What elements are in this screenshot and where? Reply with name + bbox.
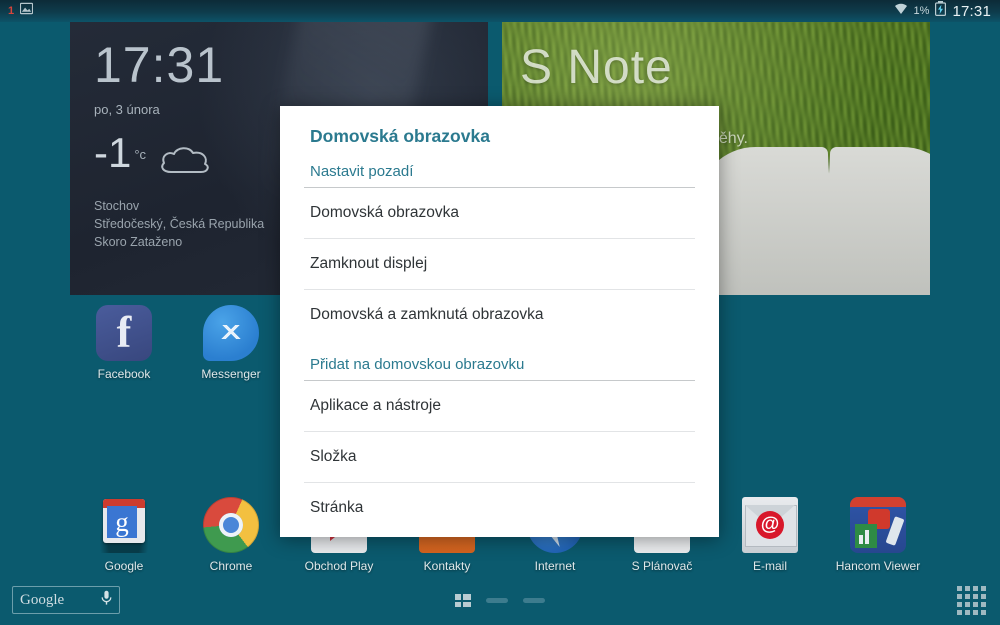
notification-count-badge: 1 [8, 4, 15, 17]
status-bar-right[interactable]: 1% 17:31 [894, 1, 1000, 21]
apps-grid-icon[interactable] [956, 585, 986, 615]
app-label: Chrome [209, 559, 253, 573]
dialog-item-folder[interactable]: Složka [304, 432, 695, 483]
cloud-icon [158, 145, 212, 180]
google-icon: g [96, 497, 152, 553]
status-bar-left[interactable]: 1 [0, 2, 34, 20]
chrome-icon [203, 497, 259, 553]
app-hancom-viewer[interactable]: Hancom Viewer [830, 497, 926, 573]
facebook-icon [96, 305, 152, 361]
app-label: Messenger [201, 367, 261, 381]
messenger-icon [203, 305, 259, 361]
battery-charging-icon [935, 1, 947, 21]
app-label: S Plánovač [631, 559, 693, 573]
widget-temperature: -1 [94, 129, 132, 176]
dialog-item-lock-screen[interactable]: Zamknout displej [304, 239, 695, 290]
status-bar[interactable]: 1 1% 17:31 [0, 0, 1000, 22]
app-label: Obchod Play [304, 559, 374, 573]
dialog-item-apps-and-widgets[interactable]: Aplikace a nástroje [304, 381, 695, 432]
s-note-title: S Note [520, 41, 673, 94]
app-label: Google [104, 559, 144, 573]
home-screen: 1 1% 17:31 17:31 po, 3 února -1 °c Stoch… [0, 0, 1000, 625]
dialog-item-home-and-lock-screen[interactable]: Domovská a zamknutá obrazovka [304, 290, 695, 340]
app-messenger[interactable]: Messenger [183, 305, 279, 381]
app-label: Hancom Viewer [835, 559, 921, 573]
hancom-viewer-icon [850, 497, 906, 553]
dialog-section-header-add-to-home: Přidat na domovskou obrazovku [304, 340, 695, 381]
dialog-title: Domovská obrazovka [310, 126, 490, 146]
widget-clock-time: 17:31 [94, 37, 225, 93]
app-label: Kontakty [423, 559, 471, 573]
app-google[interactable]: g Google [76, 497, 172, 573]
page-indicator[interactable] [0, 594, 1000, 607]
widget-temperature-unit: °c [134, 147, 147, 162]
app-label: Facebook [97, 367, 151, 381]
page-indicator-dot[interactable] [486, 598, 508, 603]
status-bar-clock: 17:31 [952, 2, 991, 20]
battery-percent-label: 1% [913, 4, 930, 17]
page-indicator-active[interactable] [455, 594, 471, 607]
dialog-item-page[interactable]: Stránka [304, 483, 695, 533]
app-label: E-mail [752, 559, 787, 573]
app-facebook[interactable]: Facebook [76, 305, 172, 381]
email-icon: @ [742, 497, 798, 553]
app-label: Internet [534, 559, 576, 573]
image-icon [19, 2, 34, 20]
app-email[interactable]: @ E-mail [722, 497, 818, 573]
app-chrome[interactable]: Chrome [183, 497, 279, 573]
wifi-icon [894, 2, 908, 20]
bottom-bar: Google [0, 578, 1000, 625]
home-screen-options-dialog: Domovská obrazovka Nastavit pozadí Domov… [280, 106, 719, 537]
open-book-graphic [695, 140, 930, 295]
page-indicator-dot[interactable] [523, 598, 545, 603]
dialog-item-home-screen[interactable]: Domovská obrazovka [304, 188, 695, 239]
dialog-section-header-set-wallpaper: Nastavit pozadí [304, 147, 695, 188]
